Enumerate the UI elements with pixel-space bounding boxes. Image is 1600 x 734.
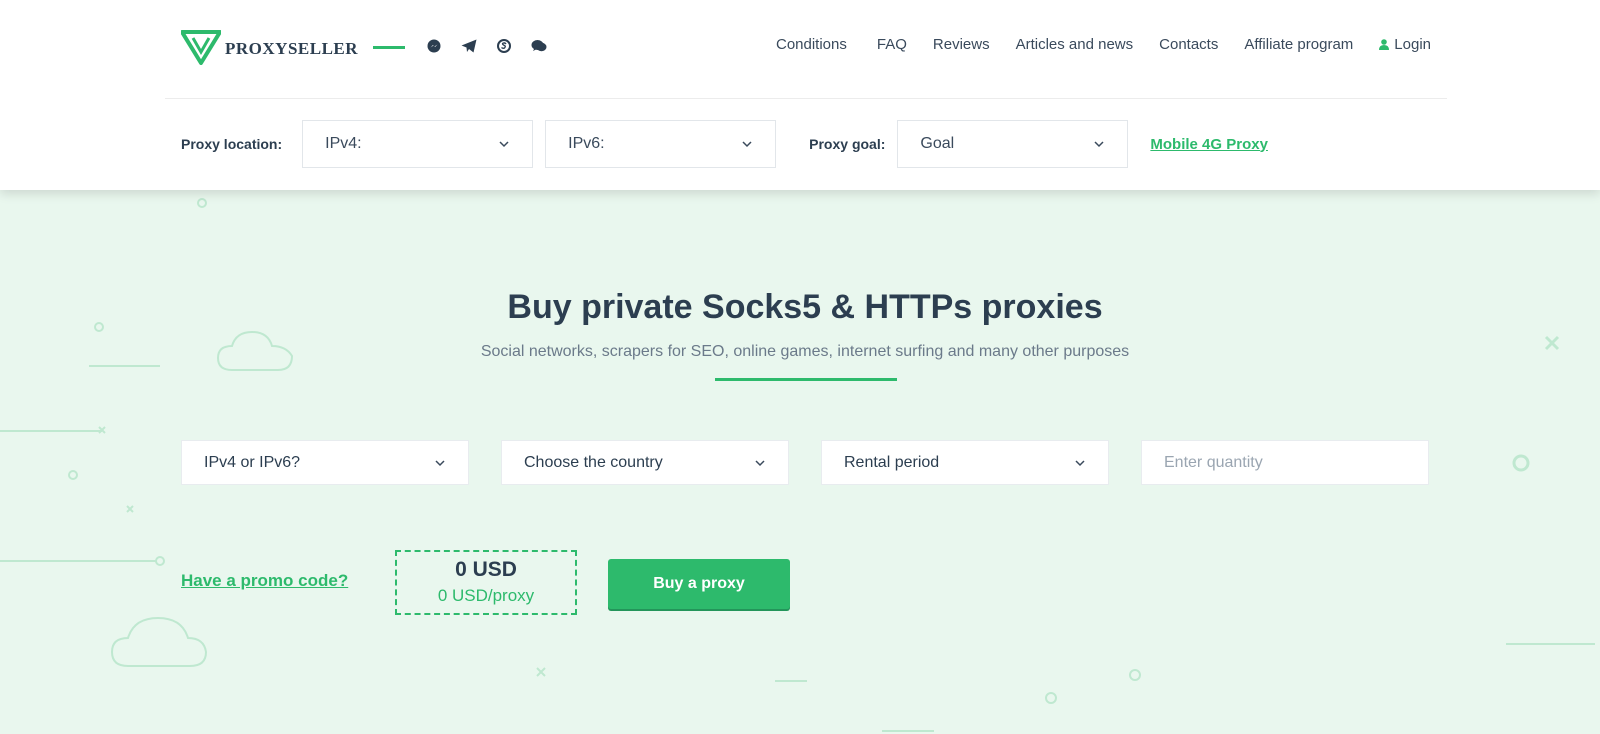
chevron-down-icon xyxy=(499,141,509,148)
logo-text: PROXYSELLER xyxy=(225,39,359,58)
messenger-icon[interactable] xyxy=(425,37,443,55)
page-subtitle: Social networks, scrapers for SEO, onlin… xyxy=(480,343,1130,360)
rental-period-select[interactable]: Rental period xyxy=(821,440,1109,485)
ipv6-location-value: IPv6: xyxy=(568,135,605,152)
ip-version-select[interactable]: IPv4 or IPv6? xyxy=(181,440,469,485)
ipv4-location-select[interactable]: IPv4: xyxy=(302,120,534,168)
nav-reviews[interactable]: Reviews xyxy=(933,36,990,53)
main-nav: Conditions FAQ Reviews Articles and news… xyxy=(776,36,1431,53)
order-form: IPv4 or IPv6? Choose the country Rental … xyxy=(181,440,1429,485)
price-total: 0 USD xyxy=(455,558,517,581)
nav-articles-and-news[interactable]: Articles and news xyxy=(1016,36,1134,53)
site-header: PROXYSELLER Conditions FAQ Reviews Artic… xyxy=(0,0,1600,190)
country-value: Choose the country xyxy=(524,453,663,471)
login-label: Login xyxy=(1394,36,1431,53)
telegram-icon[interactable] xyxy=(460,37,478,55)
price-summary: 0 USD 0 USD/proxy xyxy=(395,550,577,615)
ipv4-location-value: IPv4: xyxy=(325,135,362,152)
page-title: Buy private Socks5 & HTTPs proxies xyxy=(507,288,1103,326)
ipv6-location-select[interactable]: IPv6: xyxy=(545,120,777,168)
proxy-goal-value: Goal xyxy=(920,135,955,152)
nav-affiliate-program[interactable]: Affiliate program xyxy=(1244,36,1353,53)
chevron-down-icon xyxy=(435,459,445,466)
proxy-location-label: Proxy location: xyxy=(181,136,283,152)
quantity-input[interactable] xyxy=(1141,440,1429,485)
chevron-down-icon xyxy=(742,141,752,148)
logo-mark-icon xyxy=(181,30,221,65)
rental-period-value: Rental period xyxy=(844,453,940,471)
top-bar: PROXYSELLER Conditions FAQ Reviews Artic… xyxy=(181,28,1431,68)
chevron-down-icon xyxy=(755,459,765,466)
mobile-4g-proxy-link[interactable]: Mobile 4G Proxy xyxy=(1150,136,1268,153)
chevron-down-icon xyxy=(1075,459,1085,466)
nav-faq[interactable]: FAQ xyxy=(877,36,907,53)
proxy-filters: Proxy location: IPv4: IPv6: Proxy goal: … xyxy=(181,120,1268,168)
buy-proxy-button[interactable]: Buy a proxy xyxy=(608,559,790,609)
chat-icon[interactable] xyxy=(530,37,548,55)
country-select[interactable]: Choose the country xyxy=(501,440,789,485)
logo[interactable]: PROXYSELLER xyxy=(181,28,358,66)
chevron-down-icon xyxy=(1094,141,1104,148)
user-icon xyxy=(1379,39,1390,50)
proxy-goal-label: Proxy goal: xyxy=(809,136,886,152)
ip-version-value: IPv4 or IPv6? xyxy=(204,453,301,471)
price-per-proxy: 0 USD/proxy xyxy=(437,586,535,605)
login-link[interactable]: Login xyxy=(1379,36,1431,53)
skype-icon[interactable] xyxy=(495,37,513,55)
title-underline xyxy=(715,378,897,381)
header-accent-line xyxy=(373,46,405,49)
nav-contacts[interactable]: Contacts xyxy=(1159,36,1218,53)
nav-conditions[interactable]: Conditions xyxy=(776,36,847,53)
social-links xyxy=(425,37,548,55)
header-divider xyxy=(165,98,1447,99)
promo-code-link[interactable]: Have a promo code? xyxy=(181,571,348,591)
proxy-goal-select[interactable]: Goal xyxy=(897,120,1129,168)
